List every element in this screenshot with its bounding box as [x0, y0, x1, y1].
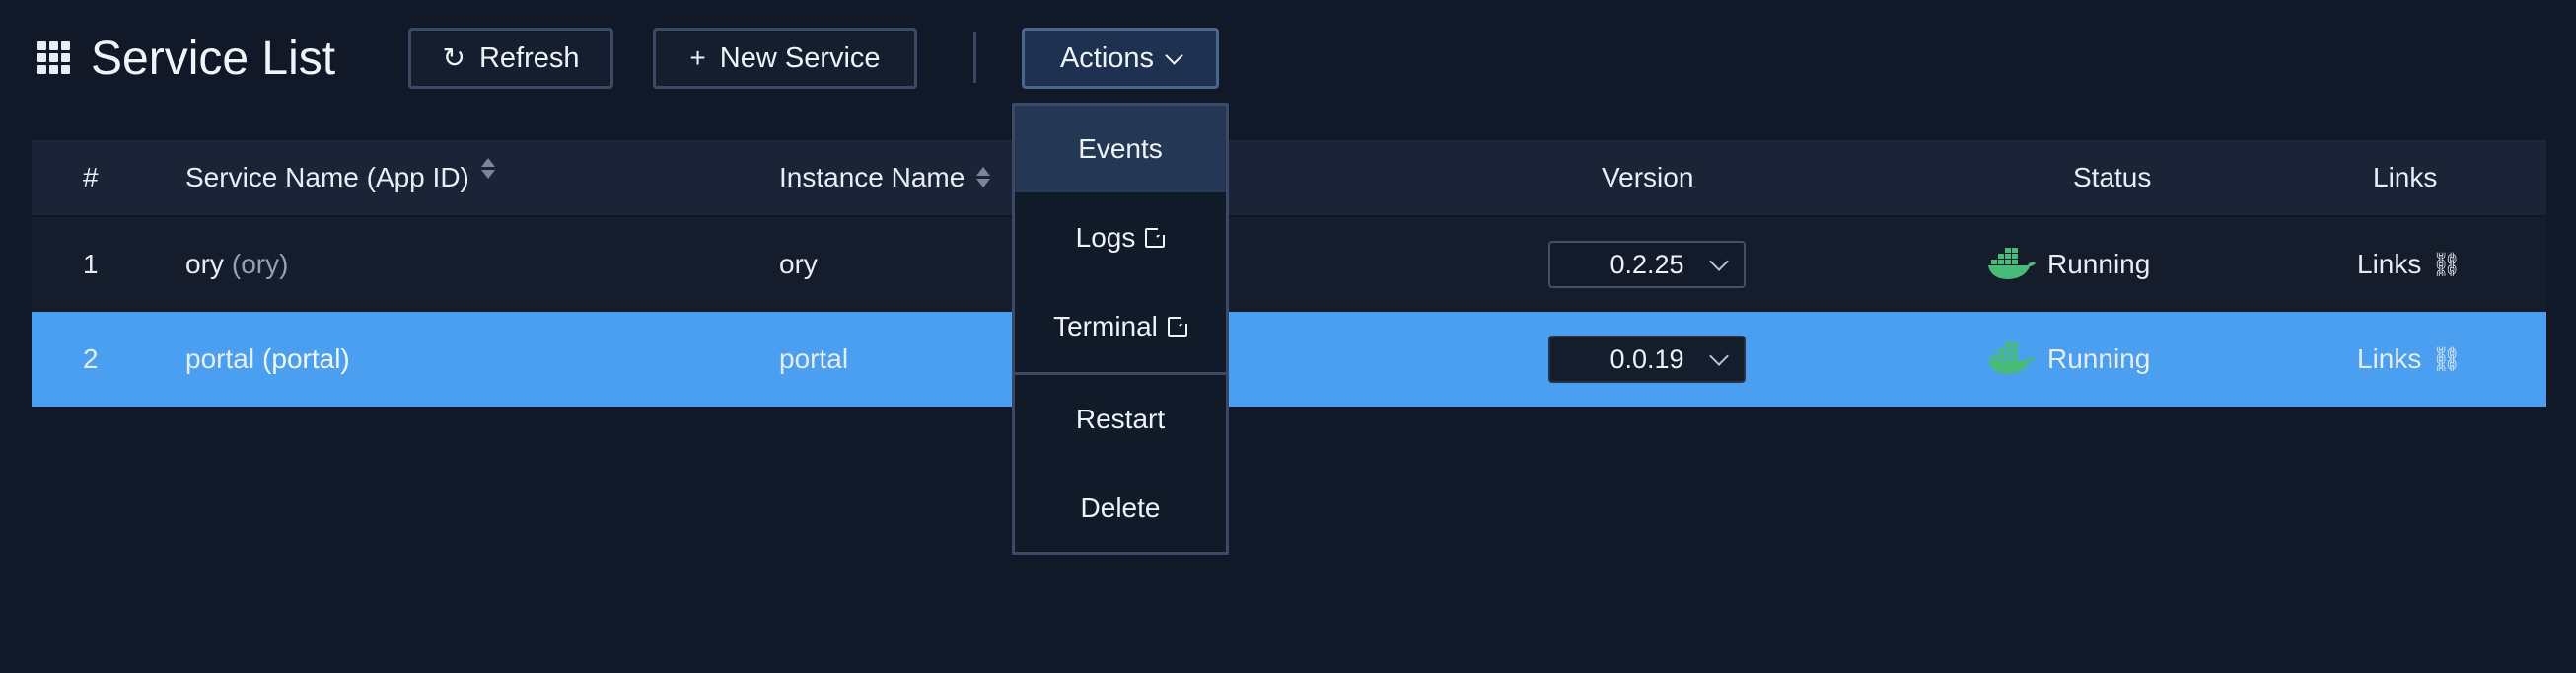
actions-button[interactable]: Actions	[1022, 28, 1219, 89]
version-select[interactable]: 0.2.25	[1548, 241, 1746, 288]
menu-item-label: Logs	[1075, 222, 1136, 253]
page-title: Service List	[91, 33, 336, 85]
new-service-button[interactable]: + New Service	[653, 28, 917, 89]
menu-item-label: Events	[1078, 133, 1163, 164]
sort-icon[interactable]	[974, 165, 992, 190]
column-header-version: Version	[1602, 162, 1694, 192]
toolbar-divider	[973, 32, 976, 83]
menu-item-label: Restart	[1075, 404, 1166, 434]
status-cell: Running	[1988, 312, 2150, 407]
chevron-down-icon	[1709, 252, 1729, 271]
status-text: Running	[2047, 249, 2151, 279]
plus-icon: +	[689, 42, 706, 73]
service-name: portal	[185, 343, 255, 374]
top-toolbar: Service List ↻ Refresh + New Service Act…	[0, 0, 2576, 118]
service-name-cell: ory (ory)	[185, 217, 288, 312]
chevron-down-icon	[1709, 346, 1729, 366]
menu-item-label: Delete	[1080, 492, 1161, 523]
links-link[interactable]: Links ⛓	[2357, 312, 2462, 407]
actions-dropdown-menu: Events Logs Terminal Restart Delete	[1012, 103, 1229, 555]
version-select[interactable]: 0.0.19	[1548, 336, 1746, 383]
menu-item-terminal[interactable]: Terminal	[1015, 283, 1226, 370]
menu-item-delete[interactable]: Delete	[1015, 465, 1226, 552]
column-header-instance-name[interactable]: Instance Name	[779, 140, 992, 215]
instance-name: portal	[779, 343, 849, 374]
link-icon: ⛓	[2431, 251, 2462, 278]
refresh-icon: ↻	[442, 42, 465, 73]
links-label: Links	[2357, 343, 2422, 374]
column-header-links: Links	[2373, 162, 2438, 192]
new-service-label: New Service	[719, 41, 881, 74]
row-index: 1	[83, 249, 99, 279]
links-link[interactable]: Links ⛓	[2357, 217, 2462, 312]
sort-icon[interactable]	[479, 156, 497, 182]
links-label: Links	[2357, 249, 2422, 279]
row-index: 2	[83, 343, 99, 374]
status-cell: Running	[1988, 217, 2150, 312]
menu-item-logs[interactable]: Logs	[1015, 194, 1226, 281]
external-link-icon	[1145, 227, 1167, 248]
menu-item-label: Terminal	[1053, 311, 1158, 341]
apps-grid-icon[interactable]	[37, 41, 71, 75]
status-text: Running	[2047, 343, 2151, 374]
service-table: # Service Name (App ID) Instance Name Ve…	[32, 140, 2546, 407]
table-header: # Service Name (App ID) Instance Name Ve…	[32, 140, 2546, 215]
service-name-cell: portal (portal)	[185, 312, 350, 407]
column-header-index: #	[83, 162, 99, 192]
menu-item-restart[interactable]: Restart	[1015, 376, 1226, 463]
app-id: (ory)	[231, 249, 289, 279]
docker-whale-icon	[1988, 248, 2036, 279]
menu-divider	[1015, 372, 1226, 375]
refresh-label: Refresh	[478, 41, 580, 74]
table-row-selected[interactable]: 2 portal (portal) portal 0.0.19 Running …	[32, 312, 2546, 407]
app-id: (portal)	[262, 343, 350, 374]
service-name: ory	[185, 249, 224, 279]
column-header-service-name[interactable]: Service Name (App ID)	[185, 140, 497, 215]
version-value: 0.0.19	[1610, 343, 1684, 374]
link-icon: ⛓	[2431, 345, 2462, 373]
instance-name: ory	[779, 249, 818, 279]
docker-whale-icon	[1988, 342, 2036, 374]
external-link-icon	[1167, 316, 1188, 336]
column-header-status: Status	[2073, 162, 2152, 192]
chevron-down-icon	[1165, 45, 1183, 65]
refresh-button[interactable]: ↻ Refresh	[408, 28, 613, 89]
actions-label: Actions	[1059, 41, 1155, 74]
menu-item-events[interactable]: Events	[1015, 106, 1226, 192]
column-header-label: Instance Name	[779, 162, 966, 192]
table-row[interactable]: 1 ory (ory) ory 0.2.25 Running Links ⛓	[32, 215, 2546, 312]
version-value: 0.2.25	[1610, 249, 1684, 279]
column-header-label: Service Name (App ID)	[185, 162, 469, 192]
